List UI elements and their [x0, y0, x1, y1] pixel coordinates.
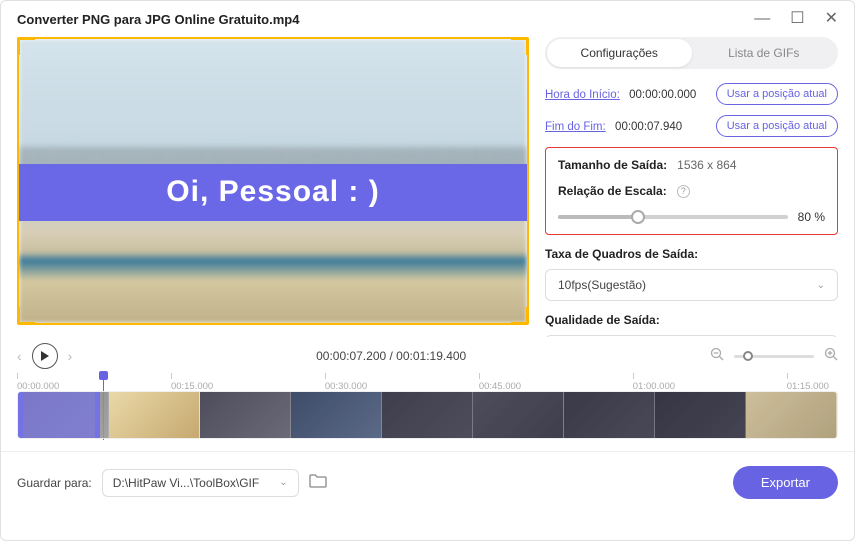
next-frame-icon[interactable]: ›	[68, 348, 73, 364]
scale-ratio-label: Relação de Escala:	[558, 184, 667, 198]
tab-settings[interactable]: Configurações	[547, 39, 692, 67]
prev-frame-icon[interactable]: ‹	[17, 348, 22, 364]
maximize-icon[interactable]: ☐	[790, 11, 804, 27]
scale-slider-thumb[interactable]	[631, 210, 645, 224]
tabset: Configurações Lista de GIFs	[545, 37, 838, 69]
chevron-down-icon: ⌄	[817, 280, 825, 291]
save-path-value: D:\HitPaw Vi...\ToolBox\GIF	[113, 476, 260, 490]
zoom-in-icon[interactable]	[824, 347, 838, 366]
folder-icon[interactable]	[309, 473, 327, 493]
end-time-value: 00:00:07.940	[615, 121, 682, 133]
quality-select[interactable]: Médio	[545, 335, 838, 337]
use-current-end-button[interactable]: Usar a posição atual	[716, 115, 838, 137]
output-size-box: Tamanho de Saída: 1536 x 864 Relação de …	[545, 147, 838, 235]
thumbnail[interactable]	[746, 392, 837, 438]
playback-bar: ‹ › 00:00:07.200 / 00:01:19.400	[1, 337, 854, 371]
output-size-label: Tamanho de Saída:	[558, 158, 667, 172]
crop-handle-bl[interactable]	[17, 307, 35, 325]
start-time-label[interactable]: Hora do Início:	[545, 89, 620, 101]
chevron-down-icon: ⌄	[279, 477, 287, 488]
start-time-value: 00:00:00.000	[629, 89, 696, 101]
timeline-thumbnails[interactable]	[17, 391, 838, 439]
zoom-out-icon[interactable]	[710, 347, 724, 366]
fps-label: Taxa de Quadros de Saída:	[545, 247, 838, 261]
video-preview[interactable]: Oi, Pessoal : )	[17, 37, 529, 325]
thumbnail[interactable]	[473, 392, 564, 438]
crop-handle-tr[interactable]	[511, 37, 529, 55]
use-current-start-button[interactable]: Usar a posição atual	[716, 83, 838, 105]
timecode-display: 00:00:07.200 / 00:01:19.400	[82, 349, 700, 363]
quality-label: Qualidade de Saída:	[545, 313, 838, 327]
zoom-thumb[interactable]	[743, 351, 753, 361]
crop-handle-br[interactable]	[511, 307, 529, 325]
thumbnail[interactable]	[382, 392, 473, 438]
selection-range[interactable]	[18, 391, 100, 439]
footer: Guardar para: D:\HitPaw Vi...\ToolBox\GI…	[1, 451, 854, 513]
help-icon[interactable]: ?	[677, 185, 690, 198]
preview-overlay-text: Oi, Pessoal : )	[166, 175, 379, 209]
save-path-select[interactable]: D:\HitPaw Vi...\ToolBox\GIF ⌄	[102, 469, 299, 497]
thumbnail[interactable]	[109, 392, 200, 438]
titlebar: Converter PNG para JPG Online Gratuito.m…	[1, 1, 854, 37]
timeline-ruler[interactable]: 00:00.000 00:15.000 00:30.000 00:45.000 …	[17, 373, 838, 391]
output-size-value: 1536 x 864	[677, 158, 736, 172]
window-title: Converter PNG para JPG Online Gratuito.m…	[17, 12, 299, 27]
settings-panel: Configurações Lista de GIFs Hora do Iníc…	[545, 37, 838, 337]
save-to-label: Guardar para:	[17, 476, 92, 490]
end-time-label[interactable]: Fim do Fim:	[545, 121, 606, 133]
export-button[interactable]: Exportar	[733, 466, 838, 499]
fps-select[interactable]: 10fps(Sugestão) ⌄	[545, 269, 838, 301]
thumbnail[interactable]	[564, 392, 655, 438]
thumbnail[interactable]	[200, 392, 291, 438]
zoom-slider[interactable]	[734, 355, 814, 358]
crop-handle-tl[interactable]	[17, 37, 35, 55]
play-button[interactable]	[32, 343, 58, 369]
window-controls: — ☐ ✕	[754, 11, 838, 27]
thumbnail[interactable]	[655, 392, 746, 438]
tab-gif-list[interactable]: Lista de GIFs	[692, 39, 837, 67]
scale-percent: 80 %	[798, 210, 825, 224]
close-icon[interactable]: ✕	[825, 11, 838, 27]
fps-value: 10fps(Sugestão)	[558, 278, 646, 292]
minimize-icon[interactable]: —	[754, 11, 770, 27]
thumbnail[interactable]	[291, 392, 382, 438]
scale-slider[interactable]	[558, 215, 788, 219]
